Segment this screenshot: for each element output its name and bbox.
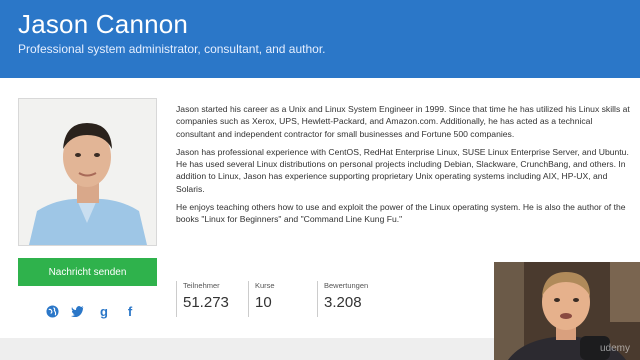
facebook-icon[interactable]: f bbox=[123, 304, 137, 319]
profile-header: Jason Cannon Professional system adminis… bbox=[0, 0, 640, 78]
stat-label: Teilnehmer bbox=[183, 281, 220, 290]
instructor-stats: Teilnehmer 51.273 Kurse 10 Bewertungen 3… bbox=[176, 281, 404, 317]
twitter-icon[interactable] bbox=[71, 304, 85, 318]
stat-value: 51.273 bbox=[183, 294, 229, 311]
send-message-button[interactable]: Nachricht senden bbox=[18, 258, 157, 286]
stat-value: 3.208 bbox=[324, 294, 362, 311]
stat-value: 10 bbox=[255, 294, 272, 311]
bio-paragraph: He enjoys teaching others how to use and… bbox=[176, 202, 626, 225]
bio-paragraph: Jason has professional experience with C… bbox=[176, 146, 629, 194]
social-links: g f bbox=[45, 303, 137, 319]
google-plus-icon[interactable]: g bbox=[97, 304, 111, 319]
bio-paragraph: Jason started his career as a Unix and L… bbox=[176, 104, 630, 139]
instructor-name: Jason Cannon bbox=[18, 9, 189, 39]
stat-label: Bewertungen bbox=[324, 281, 369, 290]
instructor-photo bbox=[18, 98, 157, 246]
webcam-overlay: udemy bbox=[494, 262, 640, 360]
stat-students: Teilnehmer 51.273 bbox=[176, 281, 248, 317]
stat-courses: Kurse 10 bbox=[248, 281, 317, 317]
stat-label: Kurse bbox=[255, 281, 275, 290]
instructor-bio: Jason started his career as a Unix and L… bbox=[176, 103, 631, 232]
stat-reviews: Bewertungen 3.208 bbox=[317, 281, 404, 317]
instructor-tagline: Professional system administrator, consu… bbox=[18, 42, 326, 56]
udemy-watermark: udemy bbox=[599, 343, 630, 354]
globe-icon[interactable] bbox=[45, 304, 59, 318]
